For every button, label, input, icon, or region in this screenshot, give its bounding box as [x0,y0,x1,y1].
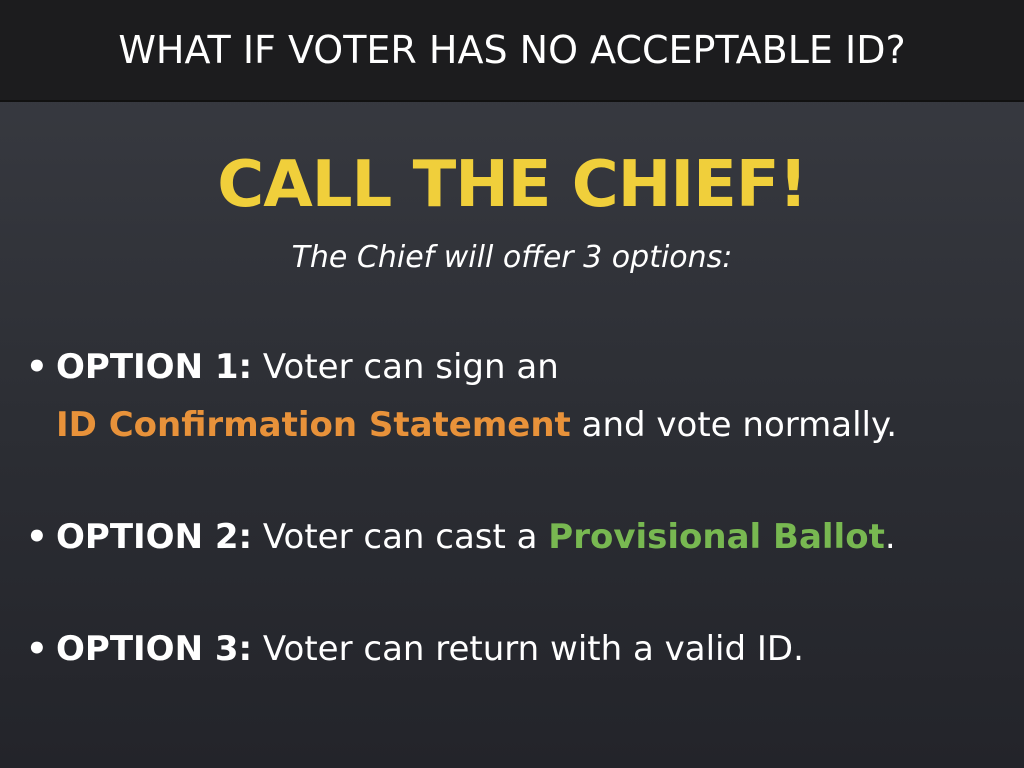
bullet-icon: • [26,347,48,387]
option-3-label: OPTION 3: [56,629,253,669]
option-1-item: • OPTION 1: Voter can sign an ID Confirm… [26,338,1016,454]
option-2-text-end: . [884,517,896,557]
options-list: • OPTION 1: Voter can sign an ID Confirm… [26,338,1016,678]
option-1-label: OPTION 1: [56,347,253,387]
bullet-icon: • [26,517,48,557]
option-3-text: Voter can return with a valid ID. [252,629,804,669]
option-3-item: • OPTION 3: Voter can return with a vali… [26,620,1016,678]
option-2-label: OPTION 2: [56,517,253,557]
headline: CALL THE CHIEF! [217,148,808,222]
subheadline: The Chief will offer 3 options: [291,240,733,275]
option-2-item: • OPTION 2: Voter can cast a Provisional… [26,508,1016,566]
provisional-ballot-highlight: Provisional Ballot [548,517,885,557]
option-2-text: Voter can cast a [252,517,549,557]
slide-title: WHAT IF VOTER HAS NO ACCEPTABLE ID? [118,28,906,72]
id-confirmation-statement-highlight: ID Confirmation Statement [56,405,571,445]
bullet-icon: • [26,629,48,669]
option-1-text: Voter can sign an [252,347,559,387]
title-bar: WHAT IF VOTER HAS NO ACCEPTABLE ID? [0,0,1024,102]
option-1-text-end: and vote normally. [570,405,898,445]
